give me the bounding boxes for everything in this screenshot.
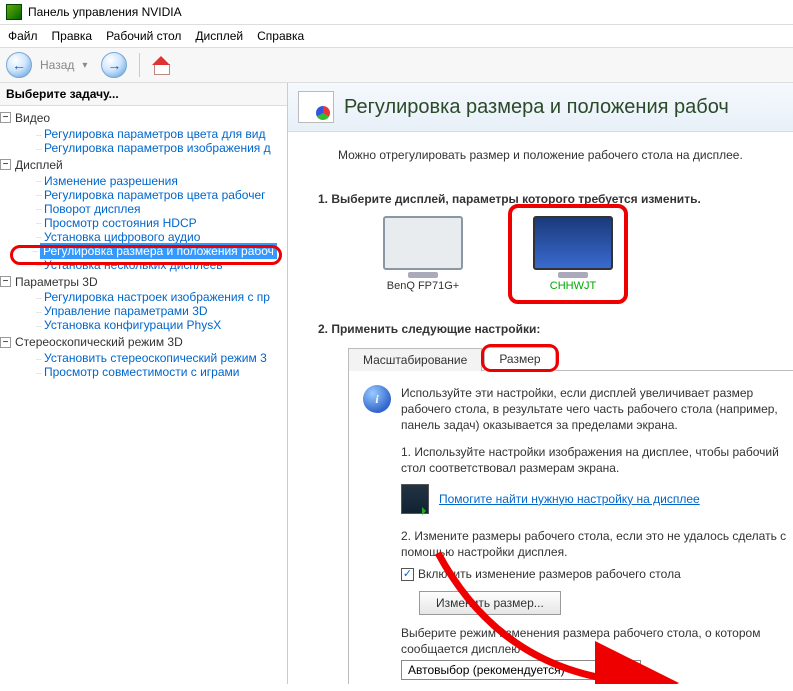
tree-item[interactable]: Регулировка параметров цвета рабочег [44,188,266,202]
tree-item[interactable]: Регулировка параметров цвета для вид [44,127,265,141]
menu-display[interactable]: Дисплей [195,29,243,43]
tree-item[interactable]: Управление параметрами 3D [44,304,208,318]
monitor-icon [533,216,613,270]
home-icon[interactable] [152,56,170,74]
nvidia-icon [6,4,22,20]
display-item[interactable]: BenQ FP71G+ [368,216,478,292]
menu-desktop[interactable]: Рабочий стол [106,29,181,43]
tab-size[interactable]: Размер [484,347,555,371]
tree-item[interactable]: Регулировка настроек изображения с пр [44,290,270,304]
sidebar-header: Выберите задачу... [0,83,287,106]
display-item[interactable]: CHHWJT [518,216,628,292]
tab-panel-size: i Используйте эти настройки, если диспле… [348,371,793,684]
back-history-dropdown[interactable]: ▾ [82,60,87,71]
tree-group-label[interactable]: Параметры 3D [15,274,98,288]
menu-edit[interactable]: Правка [52,29,93,43]
display-wizard-icon [401,484,429,514]
window-title: Панель управления NVIDIA [28,5,182,19]
titlebar: Панель управления NVIDIA [0,0,793,25]
info-icon: i [363,385,391,413]
tree-toggle[interactable]: − [0,159,11,170]
tree-item[interactable]: Регулировка параметров изображения д [44,141,271,155]
display-label: CHHWJT [518,280,628,292]
display-label: BenQ FP71G+ [368,280,478,292]
tree-toggle[interactable]: − [0,112,11,123]
main-header: Регулировка размера и положения рабоч [288,83,793,132]
menu-help[interactable]: Справка [257,29,304,43]
main-pane: Регулировка размера и положения рабоч Мо… [288,83,793,684]
tree-item[interactable]: Установка конфигурации PhysX [44,318,221,332]
toolbar: ← Назад ▾ → [0,48,793,83]
tree-item[interactable]: Изменение разрешения [44,174,178,188]
page-icon [298,91,334,123]
tree-group-label[interactable]: Дисплей [15,158,63,172]
tree-item[interactable]: Установка цифрового аудио [44,230,200,244]
section1-title: 1. Выберите дисплей, параметры которого … [318,192,777,206]
tree-item[interactable]: Просмотр состояния HDCP [44,216,197,230]
display-wizard-link[interactable]: Помогите найти нужную настройку на диспл… [439,491,700,507]
tree-toggle[interactable]: − [0,337,11,348]
tree-item[interactable]: Поворот дисплея [44,202,141,216]
section2-title: 2. Применить следующие настройки: [318,322,777,336]
tree-item[interactable]: Просмотр совместимости с играми [44,365,239,379]
toolbar-separator [139,53,140,77]
monitor-icon [383,216,463,270]
forward-button[interactable]: → [101,52,127,78]
tree-item[interactable]: Установка нескольких дисплеев [44,258,223,272]
back-button[interactable]: ← [6,52,32,78]
menubar: Файл Правка Рабочий стол Дисплей Справка [0,25,793,48]
tab-scaling[interactable]: Масштабирование [348,348,482,371]
tree-toggle[interactable]: − [0,276,11,287]
sidebar: Выберите задачу... −ВидеоРегулировка пар… [0,83,288,684]
info-paragraph: Используйте эти настройки, если дисплей … [401,385,793,434]
display-picker: BenQ FP71G+ CHHWJT [368,216,777,292]
info-step2: 2. Измените размеры рабочего стола, если… [401,528,793,560]
page-description: Можно отрегулировать размер и положение … [338,148,777,162]
menu-file[interactable]: Файл [8,29,38,43]
resize-button[interactable]: Изменить размер... [419,591,561,615]
page-title: Регулировка размера и положения рабоч [344,96,729,119]
resize-mode-select[interactable]: Автовыбор (рекомендуется) [401,660,641,680]
mode-label: Выберите режим изменения размера рабочег… [401,625,793,657]
tree-group-label[interactable]: Стереоскопический режим 3D [15,335,183,349]
enable-resize-checkbox[interactable]: ✓ [401,568,414,581]
enable-resize-label: Включить изменение размеров рабочего сто… [418,566,681,582]
back-label: Назад [40,58,74,72]
tabs: Масштабирование Размер [348,346,793,371]
info-step1: 1. Используйте настройки изображения на … [401,444,793,476]
tree-group-label[interactable]: Видео [15,111,50,125]
tree-item[interactable]: Установить стереоскопический режим 3 [44,351,267,365]
task-tree: −ВидеоРегулировка параметров цвета для в… [0,106,287,381]
tab-size-label: Размер [499,352,540,366]
tree-item[interactable]: Регулировка размера и положения рабоч [40,243,277,259]
